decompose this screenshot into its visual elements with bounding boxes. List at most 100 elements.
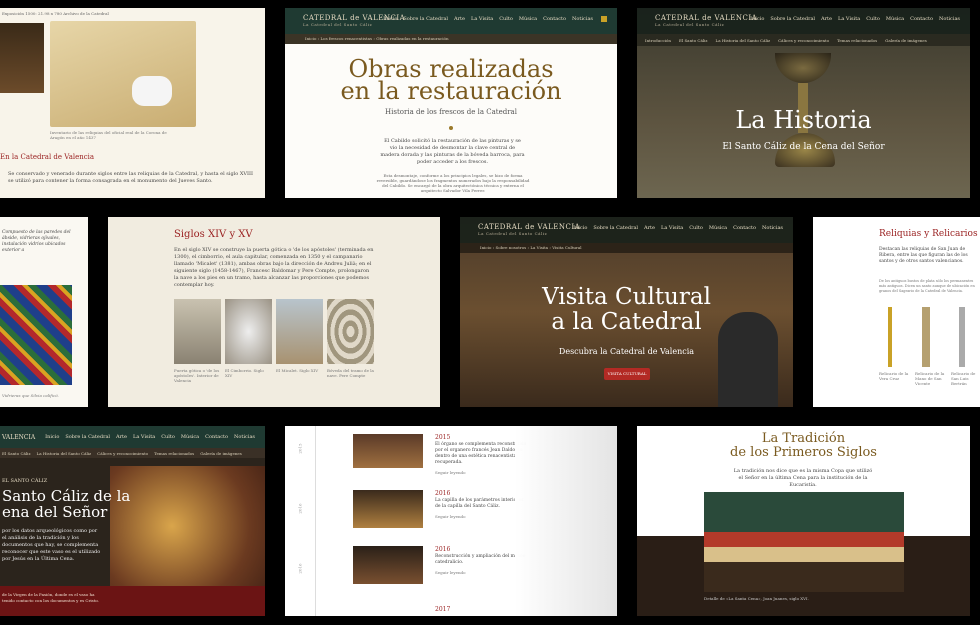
gallery-image-dome[interactable] <box>225 299 272 364</box>
tile-reliquias: Reliquias y Relicarios Destacan las reli… <box>813 217 980 407</box>
portrait-image <box>0 23 44 93</box>
page-subtitle: Historia de los frescos de la Catedral <box>385 108 517 116</box>
nav-musica[interactable]: Música <box>886 16 904 22</box>
nav-noticias[interactable]: Noticias <box>939 16 960 22</box>
read-more-link[interactable]: Seguir leyendo <box>435 470 466 475</box>
timeline-year-next: 2017 <box>435 606 451 613</box>
gallery-captions: Puerta gótica o 'de los apóstoles'. Inte… <box>174 368 374 383</box>
visita-cultural-button[interactable]: VISITA CULTURAL <box>604 368 650 380</box>
nav-inicio[interactable]: Inicio <box>750 16 764 22</box>
nav-musica[interactable]: Música <box>181 434 199 440</box>
nav-culto[interactable]: Culto <box>499 16 513 22</box>
faded-background <box>515 426 617 616</box>
breadcrumb: Inicio › Sobre nosotros › La Visita › Vi… <box>460 243 793 253</box>
section-paragraph: Se conservado y venerado durante siglos … <box>8 171 253 184</box>
page-title: Visita Cultural a la Catedral <box>542 284 711 335</box>
intro-paragraph: La tradición nos dice que es la misma Co… <box>733 468 873 488</box>
section-paragraph: En el siglo XIV se construye la puerta g… <box>174 247 374 288</box>
tab-calices[interactable]: Cálices y reconocimiento <box>778 38 829 43</box>
gallery-row <box>174 299 374 364</box>
timeline-year: 2015 <box>435 434 451 441</box>
tab-temas[interactable]: Temas relacionados <box>837 38 877 43</box>
gallery-image-vault[interactable] <box>327 299 374 364</box>
nav-noticias[interactable]: Noticias <box>762 225 783 231</box>
tile-stained-glass: Compuesto de las paredes del ábside, vid… <box>0 217 88 407</box>
top-nav: CATEDRAL de VALENCIA La Catedral del Sant… <box>460 217 793 243</box>
tab-intro[interactable]: Introducción <box>645 38 671 43</box>
nav-visita[interactable]: La Visita <box>661 225 683 231</box>
timeline-item[interactable]: 2016 La capilla de los parámetros interi… <box>353 490 523 528</box>
nav-inicio[interactable]: Inicio <box>383 16 397 22</box>
nav-contacto[interactable]: Contacto <box>543 16 566 22</box>
relicario-cruz[interactable] <box>879 307 901 367</box>
stained-glass-text: Compuesto de las paredes del ábside, vid… <box>2 230 71 253</box>
nav-noticias[interactable]: Noticias <box>572 16 593 22</box>
image-caption: Detalle de «La Santa Cena», Joan Juanes,… <box>704 596 809 601</box>
top-nav: CATEDRAL de VALENCIA La Catedral del Sant… <box>637 8 970 34</box>
nav-arte[interactable]: Arte <box>454 16 465 22</box>
top-nav: VALENCIA Inicio Sobre la Catedral Arte L… <box>0 426 265 448</box>
nav-arte[interactable]: Arte <box>116 434 127 440</box>
relicario-row <box>879 307 973 367</box>
read-more-link[interactable]: Seguir leyendo <box>435 514 466 519</box>
nav-culto[interactable]: Culto <box>161 434 175 440</box>
nav-culto[interactable]: Culto <box>866 16 880 22</box>
nav-links: Inicio Sobre la Catedral Arte La Visita … <box>573 225 783 231</box>
nav-sobre[interactable]: Sobre la Catedral <box>403 16 448 22</box>
tab-santo-caliz[interactable]: El Santo Cáliz <box>679 38 708 43</box>
nav-arte[interactable]: Arte <box>821 16 832 22</box>
nav-musica[interactable]: Música <box>519 16 537 22</box>
timeline-item[interactable]: 2015 El órgano se complementa reconstrui… <box>353 434 526 475</box>
read-more-link[interactable]: Seguir leyendo <box>435 570 466 575</box>
timeline-item[interactable]: 2016 Reconstrucción y ampliación del mus… <box>353 546 526 584</box>
tile-history: CATEDRAL de VALENCIA La Catedral del Sant… <box>637 8 970 198</box>
timeline-thumb-organ <box>353 434 423 468</box>
top-nav: CATEDRAL de VALENCIA La Catedral del Sant… <box>285 8 617 34</box>
nav-inicio[interactable]: Inicio <box>573 225 587 231</box>
nav-visita[interactable]: La Visita <box>838 16 860 22</box>
tile-cathedral-valencia: Exposición 1500: 21.98 x 780 Archivo de … <box>0 8 265 198</box>
nav-sobre[interactable]: Sobre la Catedral <box>770 16 815 22</box>
ornament-icon <box>449 126 453 130</box>
nav-contacto[interactable]: Contacto <box>733 225 756 231</box>
nav-culto[interactable]: Culto <box>689 225 703 231</box>
nav-contacto[interactable]: Contacto <box>910 16 933 22</box>
page-title: La Historia <box>735 106 872 134</box>
page-title: La Tradición de los Primeros Siglos <box>730 431 877 460</box>
section-title: Reliquias y Relicarios <box>879 229 978 239</box>
site-logo[interactable]: VALENCIA <box>2 434 35 441</box>
breadcrumb: Inicio › Los frescos renacentistas › Obr… <box>285 34 617 44</box>
tile-visita-cultural: CATEDRAL de VALENCIA La Catedral del Sant… <box>460 217 793 407</box>
nav-musica[interactable]: Música <box>709 225 727 231</box>
site-logo[interactable]: CATEDRAL de VALENCIA La Catedral del Sant… <box>478 223 580 236</box>
hero-paragraph: por los datos arqueológicos como por el … <box>2 528 101 562</box>
nav-links: Inicio Sobre la Catedral Arte La Visita … <box>45 434 255 440</box>
site-logo[interactable]: CATEDRAL de VALENCIA La Catedral del Sant… <box>655 14 757 27</box>
tab-historia[interactable]: La Historia del Santo Cáliz <box>716 38 771 43</box>
nav-visita[interactable]: La Visita <box>471 16 493 22</box>
gallery-image-tower[interactable] <box>276 299 323 364</box>
timeline-thumb-museum <box>353 546 423 584</box>
tile-santo-caliz: VALENCIA Inicio Sobre la Catedral Arte L… <box>0 426 265 616</box>
nav-arte[interactable]: Arte <box>644 225 655 231</box>
detail-paragraph: Esta desmontaje, conforme a los principi… <box>376 173 530 193</box>
tab-galeria[interactable]: Galería de imágenes <box>885 38 927 43</box>
manuscript-image <box>50 21 196 127</box>
tile-timeline: 2015 2016 2016 2015 El órgano se complem… <box>285 426 617 616</box>
stained-glass-image <box>0 285 72 385</box>
nav-links: Inicio Sobre la Catedral Arte La Visita … <box>383 16 607 22</box>
gallery-image-door[interactable] <box>174 299 221 364</box>
tile-restoration: CATEDRAL de VALENCIA La Catedral del Sant… <box>285 8 617 198</box>
search-icon[interactable] <box>601 16 607 22</box>
nav-sobre[interactable]: Sobre la Catedral <box>65 434 110 440</box>
nav-contacto[interactable]: Contacto <box>205 434 228 440</box>
nav-visita[interactable]: La Visita <box>133 434 155 440</box>
tile-tradicion: La Tradición de los Primeros Siglos La tr… <box>637 426 970 616</box>
nav-inicio[interactable]: Inicio <box>45 434 59 440</box>
section-paragraph: Destacan las reliquias de San Juan de Ri… <box>879 247 968 264</box>
nav-noticias[interactable]: Noticias <box>234 434 255 440</box>
page-title: Obras realizadas en la restauración <box>340 55 562 105</box>
relicario-luis[interactable] <box>951 307 973 367</box>
nav-sobre[interactable]: Sobre la Catedral <box>593 225 638 231</box>
relicario-mano[interactable] <box>915 307 937 367</box>
